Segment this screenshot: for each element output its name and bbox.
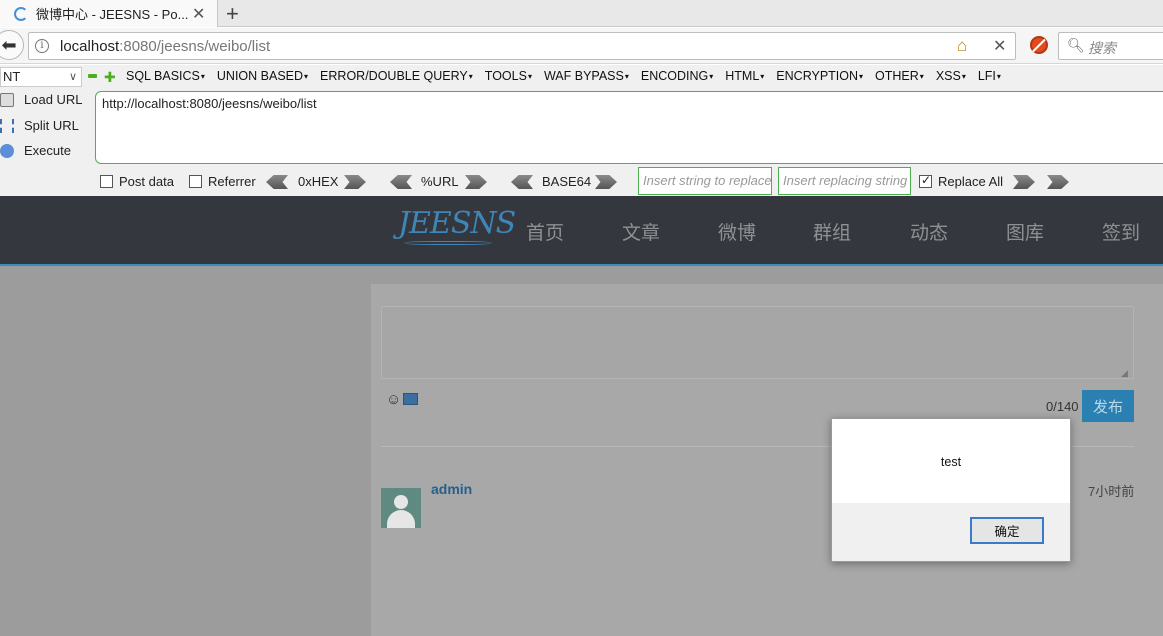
search-bar[interactable]: 🔍︎ 搜索 xyxy=(1058,32,1163,60)
logo-swoosh xyxy=(404,241,492,245)
char-counter: 0/140 xyxy=(1046,399,1079,414)
replace-all-checkbox[interactable] xyxy=(919,173,932,188)
nav-checkin[interactable]: 签到 xyxy=(1102,218,1140,245)
url-host: localhost xyxy=(60,38,120,55)
noscript-icon[interactable] xyxy=(1030,36,1048,54)
menu-waf-bypass[interactable]: WAF BYPASS xyxy=(544,69,629,83)
menu-tools[interactable]: TOOLS xyxy=(485,69,532,83)
back-button[interactable]: ⬅ xyxy=(0,30,24,60)
base64-label: BASE64 xyxy=(542,174,592,189)
load-url-icon xyxy=(0,92,14,107)
post-data-label: Post data xyxy=(119,174,174,189)
hackbar-url-textarea[interactable]: http://localhost:8080/jeesns/weibo/list xyxy=(95,91,1163,164)
execute-icon xyxy=(0,143,14,158)
alert-body: test xyxy=(832,419,1070,503)
avatar[interactable] xyxy=(381,488,421,528)
menu-sql-basics[interactable]: SQL BASICS xyxy=(126,69,205,83)
menu-html[interactable]: HTML xyxy=(725,69,764,83)
resize-grip-icon[interactable]: ◢ xyxy=(1121,368,1128,379)
tab-close-icon[interactable]: ✕ xyxy=(192,4,205,24)
select-value: NT xyxy=(3,69,21,84)
nav-gallery[interactable]: 图库 xyxy=(1006,218,1044,245)
split-url-button[interactable]: Split URL xyxy=(0,118,92,133)
info-icon[interactable]: i xyxy=(35,39,49,53)
hackbar-version-select[interactable]: NT ∨ xyxy=(0,67,82,87)
address-text: localhost:8080/jeesns/weibo/list xyxy=(60,38,270,55)
menu-error-double-query[interactable]: ERROR/DOUBLE QUERY xyxy=(320,69,473,83)
site-logo[interactable]: JEESNS xyxy=(398,206,516,241)
menu-lfi[interactable]: LFI xyxy=(978,69,1001,83)
url-encode-arrow-icon[interactable] xyxy=(465,175,487,189)
weibo-post-input[interactable] xyxy=(381,306,1134,379)
plus-icon[interactable]: ✚ xyxy=(104,69,116,86)
url-encode-label: %URL xyxy=(421,174,459,189)
address-bar[interactable]: i localhost:8080/jeesns/weibo/list ⌂ ✕ xyxy=(28,32,1016,60)
loading-spinner-icon xyxy=(14,6,28,21)
menu-xss[interactable]: XSS xyxy=(936,69,966,83)
nav-groups[interactable]: 群组 xyxy=(813,218,851,245)
menu-union-based[interactable]: UNION BASED xyxy=(217,69,308,83)
image-upload-icon[interactable] xyxy=(403,393,418,405)
alert-ok-button[interactable]: 确定 xyxy=(970,517,1044,544)
nav-activity[interactable]: 动态 xyxy=(910,218,948,245)
stop-icon[interactable]: ✕ xyxy=(993,36,1006,56)
referrer-label: Referrer xyxy=(208,174,256,189)
replace-arrow-icon[interactable] xyxy=(1013,175,1035,189)
load-url-label: Load URL xyxy=(24,92,83,107)
browser-tab[interactable]: 微博中心 - JEESNS - Po... ✕ xyxy=(0,0,218,27)
post-username[interactable]: admin xyxy=(431,481,472,497)
back-arrow-icon: ⬅ xyxy=(1,34,17,55)
chevron-down-icon: ∨ xyxy=(68,71,77,83)
nav-weibo[interactable]: 微博 xyxy=(718,218,756,245)
hex-label: 0xHEX xyxy=(298,174,339,189)
emoji-icon[interactable]: ☺ xyxy=(386,391,401,408)
base64-encode-arrow-icon[interactable] xyxy=(595,175,617,189)
hackbar-toolbar: NT ∨ ✚ SQL BASICS UNION BASED ERROR/DOUB… xyxy=(0,65,1163,196)
url-decode-arrow-icon[interactable] xyxy=(390,175,412,189)
hex-encode-arrow-icon[interactable] xyxy=(344,175,366,189)
alert-dialog: test 确定 xyxy=(831,418,1071,562)
post-time: 7小时前 xyxy=(1088,484,1135,499)
site-header xyxy=(0,196,1163,266)
publish-button[interactable]: 发布 xyxy=(1082,390,1134,422)
replace-back-arrow-icon[interactable] xyxy=(1047,175,1069,189)
load-url-button[interactable]: Load URL xyxy=(0,92,92,107)
base64-decode-arrow-icon[interactable] xyxy=(511,175,533,189)
search-icon: 🔍︎ xyxy=(1067,37,1085,53)
menu-encryption[interactable]: ENCRYPTION xyxy=(776,69,863,83)
new-tab-button[interactable]: + xyxy=(226,1,239,27)
minus-icon[interactable] xyxy=(88,74,97,78)
hex-decode-arrow-icon[interactable] xyxy=(266,175,288,189)
execute-button[interactable]: Execute xyxy=(0,143,92,158)
replacing-string-input[interactable]: Insert replacing string xyxy=(778,167,911,195)
tab-strip: 微博中心 - JEESNS - Po... ✕ + xyxy=(0,0,1163,27)
url-path: :8080/jeesns/weibo/list xyxy=(119,38,271,55)
avatar-body-icon xyxy=(387,510,415,528)
home-icon[interactable]: ⌂ xyxy=(957,36,967,56)
tab-title: 微博中心 - JEESNS - Po... xyxy=(36,7,189,22)
search-placeholder: 搜索 xyxy=(1088,40,1116,56)
nav-articles[interactable]: 文章 xyxy=(622,218,660,245)
menu-other[interactable]: OTHER xyxy=(875,69,924,83)
navigation-bar: ⬅ i localhost:8080/jeesns/weibo/list ⌂ ✕… xyxy=(0,28,1163,64)
menu-encoding[interactable]: ENCODING xyxy=(641,69,713,83)
post-data-checkbox[interactable] xyxy=(100,175,113,188)
replace-string-input[interactable]: Insert string to replace xyxy=(638,167,772,195)
split-url-label: Split URL xyxy=(24,118,79,133)
alert-message: test xyxy=(940,455,962,469)
execute-label: Execute xyxy=(24,143,71,158)
split-url-icon xyxy=(0,118,14,133)
hackbar-options: Post data Referrer 0xHEX %URL BASE64 Ins… xyxy=(0,167,1163,195)
avatar-head-icon xyxy=(394,495,408,509)
hackbar-menu: SQL BASICS UNION BASED ERROR/DOUBLE QUER… xyxy=(126,69,1013,83)
referrer-checkbox[interactable] xyxy=(189,175,202,188)
nav-home[interactable]: 首页 xyxy=(526,218,564,245)
replace-all-label: Replace All xyxy=(938,174,1004,189)
